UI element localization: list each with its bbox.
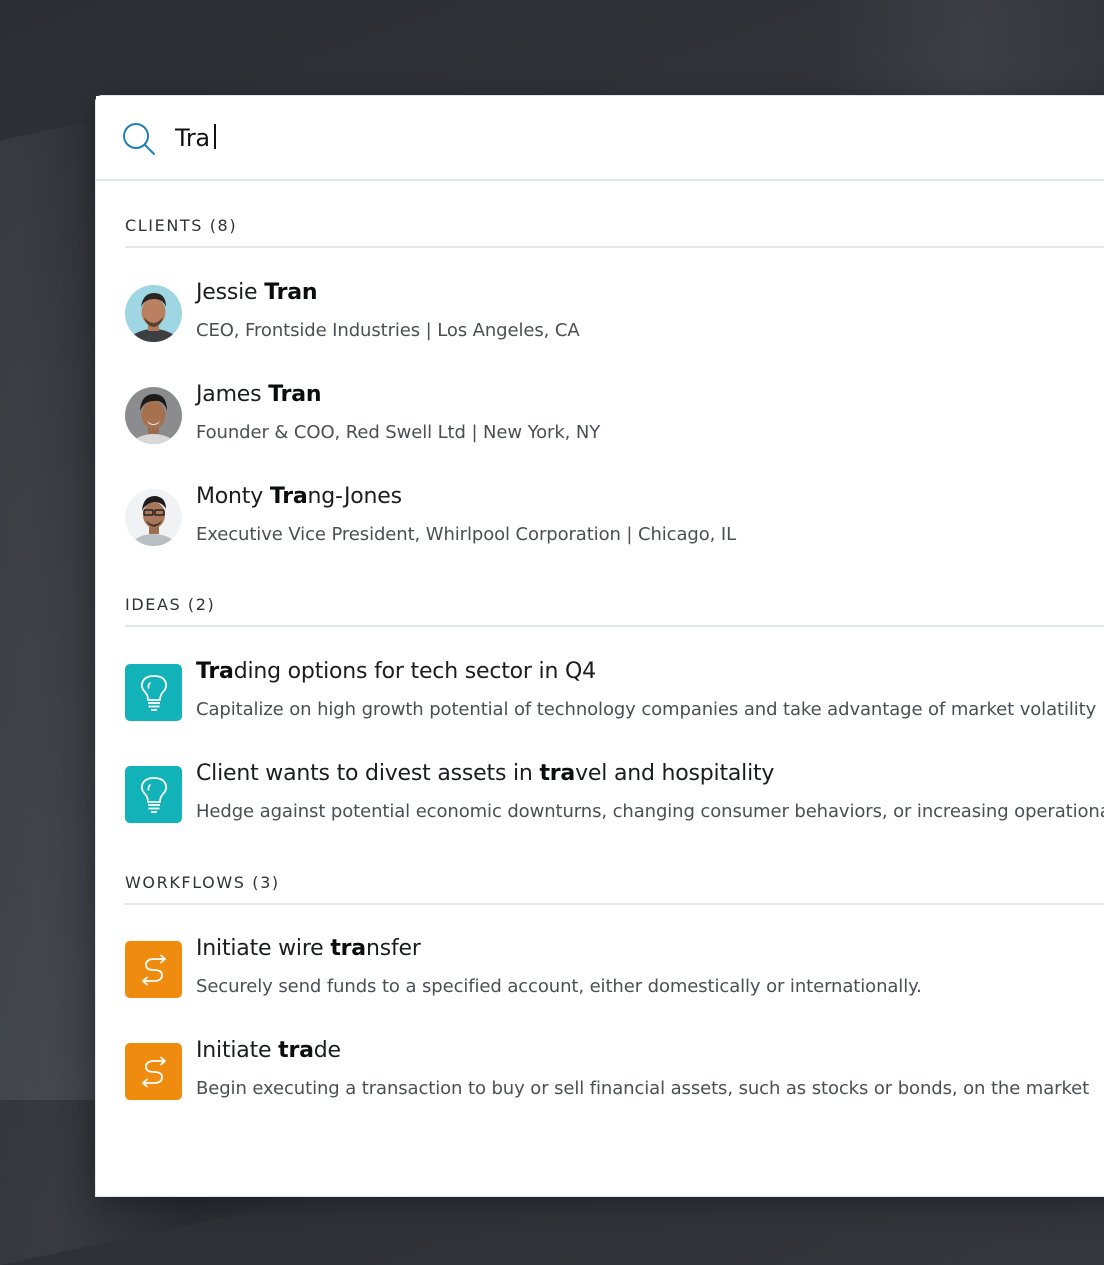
workflow-description: Begin executing a transaction to buy or …	[196, 1078, 1090, 1099]
idea-tile	[125, 664, 182, 721]
idea-result[interactable]: Trading options for tech sector in Q4 Ca…	[125, 659, 1104, 729]
transfer-arrows-icon	[141, 1056, 166, 1087]
client-name: James Tran	[196, 382, 322, 407]
search-icon	[123, 123, 155, 155]
section-header-workflows: WORKFLOWS (3)	[125, 873, 280, 892]
idea-result[interactable]: Client wants to divest assets in travel …	[125, 761, 1104, 831]
workflow-description: Securely send funds to a specified accou…	[196, 976, 922, 997]
lightbulb-icon	[140, 674, 167, 711]
client-result-james-tran[interactable]: James Tran Founder & COO, Red Swell Ltd …	[125, 382, 1104, 452]
section-header-clients: CLIENTS (8)	[125, 216, 238, 235]
client-result-monty-trang-jones[interactable]: Monty Trang-Jones Executive Vice Preside…	[125, 484, 1104, 554]
client-name: Jessie Tran	[196, 280, 318, 305]
workflow-title: Initiate wire transfer	[196, 936, 421, 961]
avatar-jessie-tran	[125, 285, 182, 342]
text-caret	[214, 124, 216, 149]
client-details: Founder & COO, Red Swell Ltd | New York,…	[196, 422, 601, 443]
workflow-title: Initiate trade	[196, 1038, 341, 1063]
section-divider	[125, 903, 1104, 905]
workflow-result[interactable]: Initiate wire transfer Securely send fun…	[125, 936, 1104, 1006]
workflow-tile	[125, 941, 182, 998]
client-details: CEO, Frontside Industries | Los Angeles,…	[196, 320, 580, 341]
client-result-jessie-tran[interactable]: Jessie Tran CEO, Frontside Industries | …	[125, 280, 1104, 350]
workflow-tile	[125, 1043, 182, 1100]
idea-description: Capitalize on high growth potential of t…	[196, 699, 1097, 720]
section-header-ideas: IDEAS (2)	[125, 595, 216, 614]
idea-title: Client wants to divest assets in travel …	[196, 761, 775, 786]
search-input[interactable]	[175, 118, 975, 158]
idea-description: Hedge against potential economic downtur…	[196, 801, 1104, 822]
search-panel: CLIENTS (8) Jessie Tran CEO, Frontside I…	[96, 96, 1104, 1196]
client-name: Monty Trang-Jones	[196, 484, 402, 509]
workflow-result[interactable]: Initiate trade Begin executing a transac…	[125, 1038, 1104, 1108]
avatar-monty-trang-jones	[125, 489, 182, 546]
section-divider	[125, 246, 1104, 248]
client-details: Executive Vice President, Whirlpool Corp…	[196, 524, 737, 545]
search-bar	[96, 96, 1104, 181]
avatar-james-tran	[125, 387, 182, 444]
section-divider	[125, 625, 1104, 627]
idea-tile	[125, 766, 182, 823]
lightbulb-icon	[140, 776, 167, 813]
transfer-arrows-icon	[141, 954, 166, 985]
idea-title: Trading options for tech sector in Q4	[196, 659, 596, 684]
